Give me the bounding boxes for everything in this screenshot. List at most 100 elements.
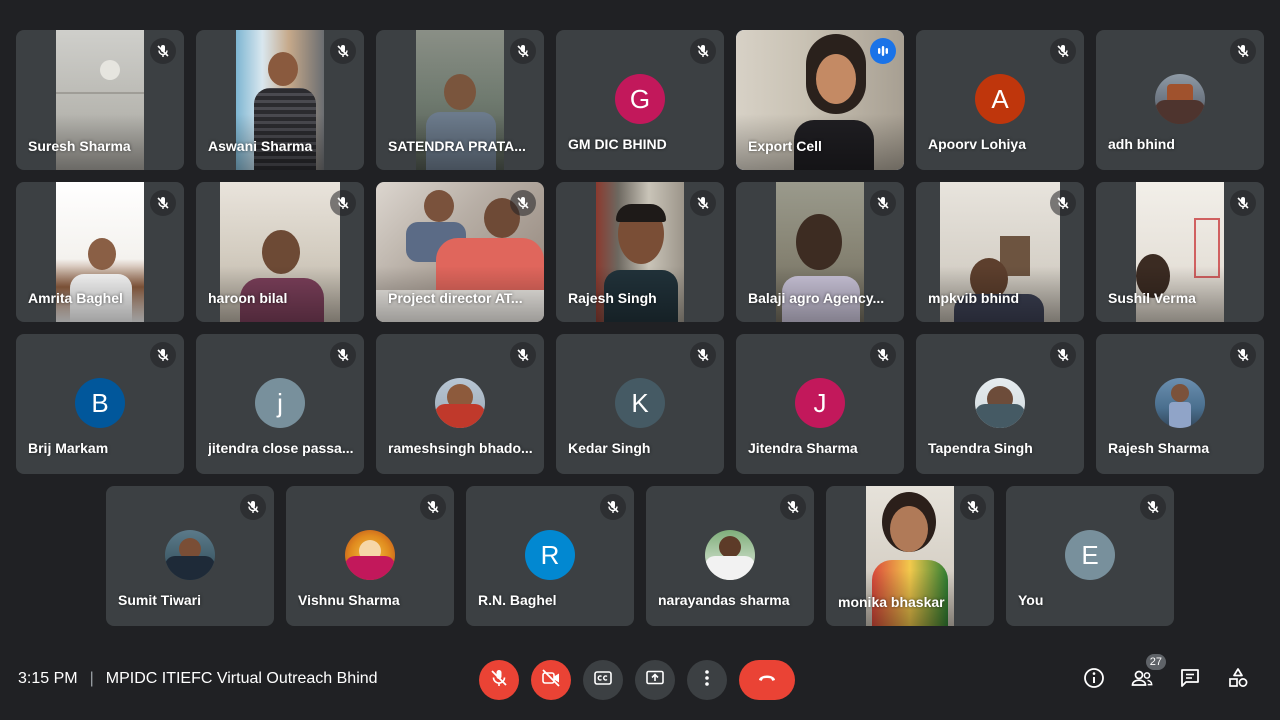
participant-tile[interactable]: j jitendra close passa... xyxy=(196,334,364,474)
captions-button[interactable] xyxy=(583,660,623,700)
mic-muted-icon xyxy=(600,494,626,520)
meeting-details-button[interactable] xyxy=(1076,662,1112,698)
participant-tile[interactable]: Project director AT... xyxy=(376,182,544,322)
participant-name: Sumit Tiwari xyxy=(118,592,201,608)
mic-muted-icon xyxy=(690,342,716,368)
participant-tile[interactable]: adh bhind xyxy=(1096,30,1264,170)
participant-avatar: B xyxy=(75,378,125,428)
participant-tile[interactable]: Vishnu Sharma xyxy=(286,486,454,626)
meeting-info-separator: | xyxy=(89,670,94,687)
mic-muted-icon xyxy=(1230,190,1256,216)
participant-tile-self[interactable]: E You xyxy=(1006,486,1174,626)
participant-name: Balaji agro Agency... xyxy=(748,290,885,306)
mic-muted-icon xyxy=(780,494,806,520)
meeting-time: 3:15 PM xyxy=(18,670,78,687)
participant-tile[interactable]: J Jitendra Sharma xyxy=(736,334,904,474)
participant-name: Kedar Singh xyxy=(568,440,651,456)
participant-tile[interactable]: SATENDRA PRATA... xyxy=(376,30,544,170)
participant-avatar: G xyxy=(615,74,665,124)
participant-name: jitendra close passa... xyxy=(208,440,354,456)
participant-name: You xyxy=(1018,592,1044,608)
participant-tile[interactable]: rameshsingh bhado... xyxy=(376,334,544,474)
participant-count-badge: 27 xyxy=(1145,654,1166,670)
people-button[interactable]: 27 xyxy=(1124,654,1166,698)
participant-tile[interactable]: Suresh Sharma xyxy=(16,30,184,170)
participant-tile[interactable]: K Kedar Singh xyxy=(556,334,724,474)
mic-muted-icon xyxy=(1230,342,1256,368)
participant-tile[interactable]: Rajesh Singh xyxy=(556,182,724,322)
participant-name: Sushil Verma xyxy=(1108,290,1196,306)
present-screen-icon xyxy=(645,668,665,693)
mic-muted-icon xyxy=(150,342,176,368)
participant-avatar: j xyxy=(255,378,305,428)
participant-tile-active-speaker[interactable]: Export Cell xyxy=(736,30,904,170)
participant-name: Aswani Sharma xyxy=(208,138,313,154)
participant-tile[interactable]: mpkvib bhind xyxy=(916,182,1084,322)
participant-tile[interactable]: Sumit Tiwari xyxy=(106,486,274,626)
mic-muted-icon xyxy=(690,38,716,64)
participant-profile-photo xyxy=(345,530,395,580)
mic-muted-icon xyxy=(510,38,536,64)
participant-name: Vishnu Sharma xyxy=(298,592,400,608)
participant-name: Rajesh Sharma xyxy=(1108,440,1210,456)
present-now-button[interactable] xyxy=(635,660,675,700)
participant-tile[interactable]: Aswani Sharma xyxy=(196,30,364,170)
meeting-title[interactable]: MPIDC ITIEFC Virtual Outreach Bhind xyxy=(106,670,378,688)
participant-name: narayandas sharma xyxy=(658,592,790,608)
participant-avatar: K xyxy=(615,378,665,428)
participant-name: Suresh Sharma xyxy=(28,138,131,154)
people-icon xyxy=(1130,667,1154,694)
mic-muted-icon xyxy=(330,342,356,368)
participant-name: Amrita Baghel xyxy=(28,290,123,306)
participant-name: Apoorv Lohiya xyxy=(928,136,1027,152)
participant-avatar: J xyxy=(795,378,845,428)
activities-icon xyxy=(1227,667,1249,694)
mic-muted-icon xyxy=(240,494,266,520)
participant-name: adh bhind xyxy=(1108,136,1175,152)
participant-tile[interactable]: G GM DIC BHIND xyxy=(556,30,724,170)
bottom-control-bar: 3:15 PM | MPIDC ITIEFC Virtual Outreach … xyxy=(0,650,1280,710)
microphone-toggle-button[interactable] xyxy=(479,660,519,700)
participant-name: Jitendra Sharma xyxy=(748,440,858,456)
participant-tile[interactable]: R R.N. Baghel xyxy=(466,486,634,626)
chat-icon xyxy=(1179,667,1201,694)
participant-tile[interactable]: Balaji agro Agency... xyxy=(736,182,904,322)
info-icon xyxy=(1083,667,1105,694)
leave-call-icon xyxy=(756,667,778,694)
activities-button[interactable] xyxy=(1220,662,1256,698)
participant-profile-photo xyxy=(1155,74,1205,124)
camera-off-icon xyxy=(541,668,561,693)
participant-name: rameshsingh bhado... xyxy=(388,440,533,456)
mic-off-icon xyxy=(489,668,509,693)
participant-tile[interactable]: A Apoorv Lohiya xyxy=(916,30,1084,170)
mic-muted-icon xyxy=(1050,190,1076,216)
speaking-indicator-icon xyxy=(870,38,896,64)
participant-profile-photo xyxy=(975,378,1025,428)
mic-muted-icon xyxy=(510,190,536,216)
leave-call-button[interactable] xyxy=(739,660,795,700)
more-options-icon xyxy=(697,668,717,693)
mic-muted-icon xyxy=(1140,494,1166,520)
chat-button[interactable] xyxy=(1172,662,1208,698)
participant-profile-photo xyxy=(435,378,485,428)
mic-muted-icon xyxy=(1050,342,1076,368)
participant-tile[interactable]: Rajesh Sharma xyxy=(1096,334,1264,474)
participant-profile-photo xyxy=(705,530,755,580)
mic-muted-icon xyxy=(960,494,986,520)
captions-icon xyxy=(593,668,613,693)
participant-tile[interactable]: haroon bilal xyxy=(196,182,364,322)
mic-muted-icon xyxy=(150,190,176,216)
participant-tile[interactable]: narayandas sharma xyxy=(646,486,814,626)
participant-tile[interactable]: Amrita Baghel xyxy=(16,182,184,322)
mic-muted-icon xyxy=(150,38,176,64)
participant-tile[interactable]: B Brij Markam xyxy=(16,334,184,474)
participant-tile[interactable]: Tapendra Singh xyxy=(916,334,1084,474)
participant-tile[interactable]: Sushil Verma xyxy=(1096,182,1264,322)
camera-toggle-button[interactable] xyxy=(531,660,571,700)
participant-avatar: R xyxy=(525,530,575,580)
mic-muted-icon xyxy=(870,342,896,368)
participant-profile-photo xyxy=(165,530,215,580)
participant-tile[interactable]: monika bhaskar xyxy=(826,486,994,626)
more-options-button[interactable] xyxy=(687,660,727,700)
mic-muted-icon xyxy=(510,342,536,368)
